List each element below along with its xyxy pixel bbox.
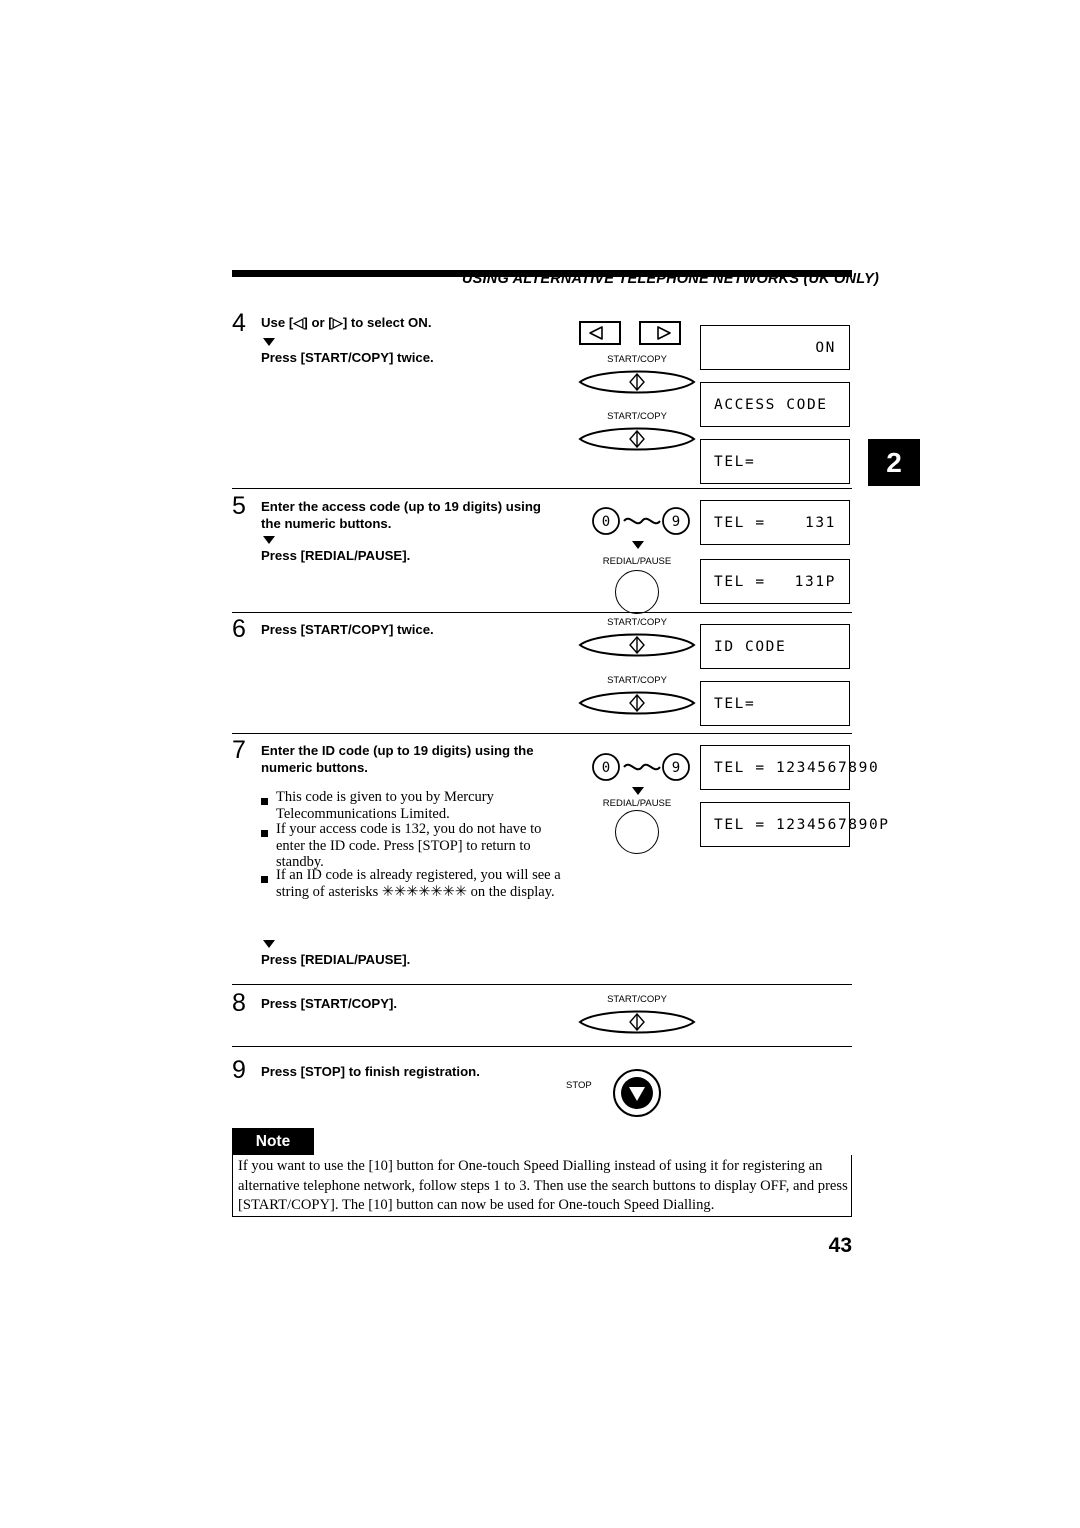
- svg-text:9: 9: [672, 760, 680, 776]
- step-7-line1: Enter the ID code (up to 19 digits) usin…: [261, 743, 534, 758]
- separator-4: [232, 984, 852, 985]
- numeric-buttons-1[interactable]: 0 9: [592, 505, 690, 535]
- step-5-flow-arrow: [263, 536, 275, 544]
- start-copy-button-3[interactable]: [578, 631, 696, 659]
- separator-3: [232, 733, 852, 734]
- bullet-marker-2: [261, 830, 268, 837]
- svg-text:0: 0: [602, 760, 610, 776]
- display-tel-131: TEL = 131: [700, 500, 850, 545]
- start-copy-label-5: START/COPY: [607, 994, 667, 1005]
- svg-text:9: 9: [672, 514, 680, 530]
- step-7-after: Press [REDIAL/PAUSE].: [261, 952, 411, 967]
- start-copy-label-2: START/COPY: [607, 411, 667, 422]
- start-copy-button-4[interactable]: [578, 689, 696, 717]
- display-tel-id-p: TEL = 1234567890P: [700, 802, 888, 847]
- step-5-line3: Press [REDIAL/PAUSE].: [261, 548, 411, 563]
- start-copy-label-4: START/COPY: [607, 675, 667, 686]
- step-7-bullet-2: If your access code is 132, you do not h…: [276, 821, 542, 870]
- step-8-number: 8: [232, 989, 246, 1017]
- step-7-flow-arrow: [263, 940, 275, 948]
- display-tel-131p: TEL = 131P: [700, 559, 850, 604]
- step-4-number: 4: [232, 309, 246, 337]
- redial-pause-label-1: REDIAL/PAUSE: [602, 556, 672, 567]
- separator-1: [232, 488, 852, 489]
- manual-page: USING ALTERNATIVE TELEPHONE NETWORKS (UK…: [0, 0, 1080, 1528]
- step-7-key-arrow: [632, 787, 644, 795]
- step-8-line1: Press [START/COPY].: [261, 996, 398, 1011]
- display-access-code: ACCESS CODE: [700, 382, 850, 427]
- step-7-number: 7: [232, 736, 246, 764]
- stop-button[interactable]: [612, 1068, 662, 1123]
- chapter-tab: 2: [868, 439, 920, 486]
- step-5-key-arrow: [632, 541, 644, 549]
- start-copy-button-5[interactable]: [578, 1008, 696, 1036]
- bullet-marker-1: [261, 798, 268, 805]
- note-tab: Note: [232, 1128, 314, 1155]
- redial-pause-label-2: REDIAL/PAUSE: [602, 798, 672, 809]
- chapter-tab-number: 2: [886, 446, 902, 478]
- step-4-line1: Use [◁] or [▷] to select ON.: [261, 315, 432, 330]
- step-5-number: 5: [232, 492, 246, 520]
- search-right-button[interactable]: [638, 320, 682, 351]
- note-body: If you want to use the [10] button for O…: [238, 1158, 848, 1213]
- step-5-line2: the numeric buttons.: [261, 516, 392, 531]
- display-tel-empty-1: TEL=: [700, 439, 850, 484]
- page-header-title: USING ALTERNATIVE TELEPHONE NETWORKS (UK…: [462, 271, 880, 287]
- stop-label: STOP: [566, 1080, 592, 1091]
- display-tel-id: TEL = 1234567890: [700, 745, 878, 790]
- start-copy-label-3: START/COPY: [607, 617, 667, 628]
- display-tel-empty-2: TEL=: [700, 681, 850, 726]
- display-on: ON: [700, 325, 850, 370]
- step-7-bullet-3: If an ID code is already registered, you…: [276, 867, 561, 900]
- step-4-line2: Press [START/COPY] twice.: [261, 350, 434, 365]
- step-7-line2: numeric buttons.: [261, 760, 368, 775]
- numeric-buttons-2[interactable]: 0 9: [592, 751, 690, 781]
- step-7-bullet-1: This code is given to you by Mercury Tel…: [276, 789, 494, 822]
- separator-5: [232, 1046, 852, 1047]
- display-id-code: ID CODE: [700, 624, 850, 669]
- step-9-number: 9: [232, 1056, 246, 1084]
- svg-text:0: 0: [602, 514, 610, 530]
- redial-pause-button-2[interactable]: [615, 810, 659, 854]
- start-copy-button-1[interactable]: [578, 368, 696, 396]
- redial-pause-button-1[interactable]: [615, 570, 659, 614]
- step-5-line1: Enter the access code (up to 19 digits) …: [261, 499, 541, 514]
- separator-2: [232, 612, 852, 613]
- search-left-button[interactable]: [578, 320, 622, 351]
- start-copy-label-1: START/COPY: [607, 354, 667, 365]
- bullet-marker-3: [261, 876, 268, 883]
- page-number: 43: [828, 1234, 852, 1257]
- step-4-flow-arrow: [263, 338, 275, 346]
- note-tab-label: Note: [255, 1132, 291, 1150]
- step-6-number: 6: [232, 615, 246, 643]
- step-6-line1: Press [START/COPY] twice.: [261, 622, 434, 637]
- start-copy-button-2[interactable]: [578, 425, 696, 453]
- step-9-line1: Press [STOP] to finish registration.: [261, 1064, 480, 1079]
